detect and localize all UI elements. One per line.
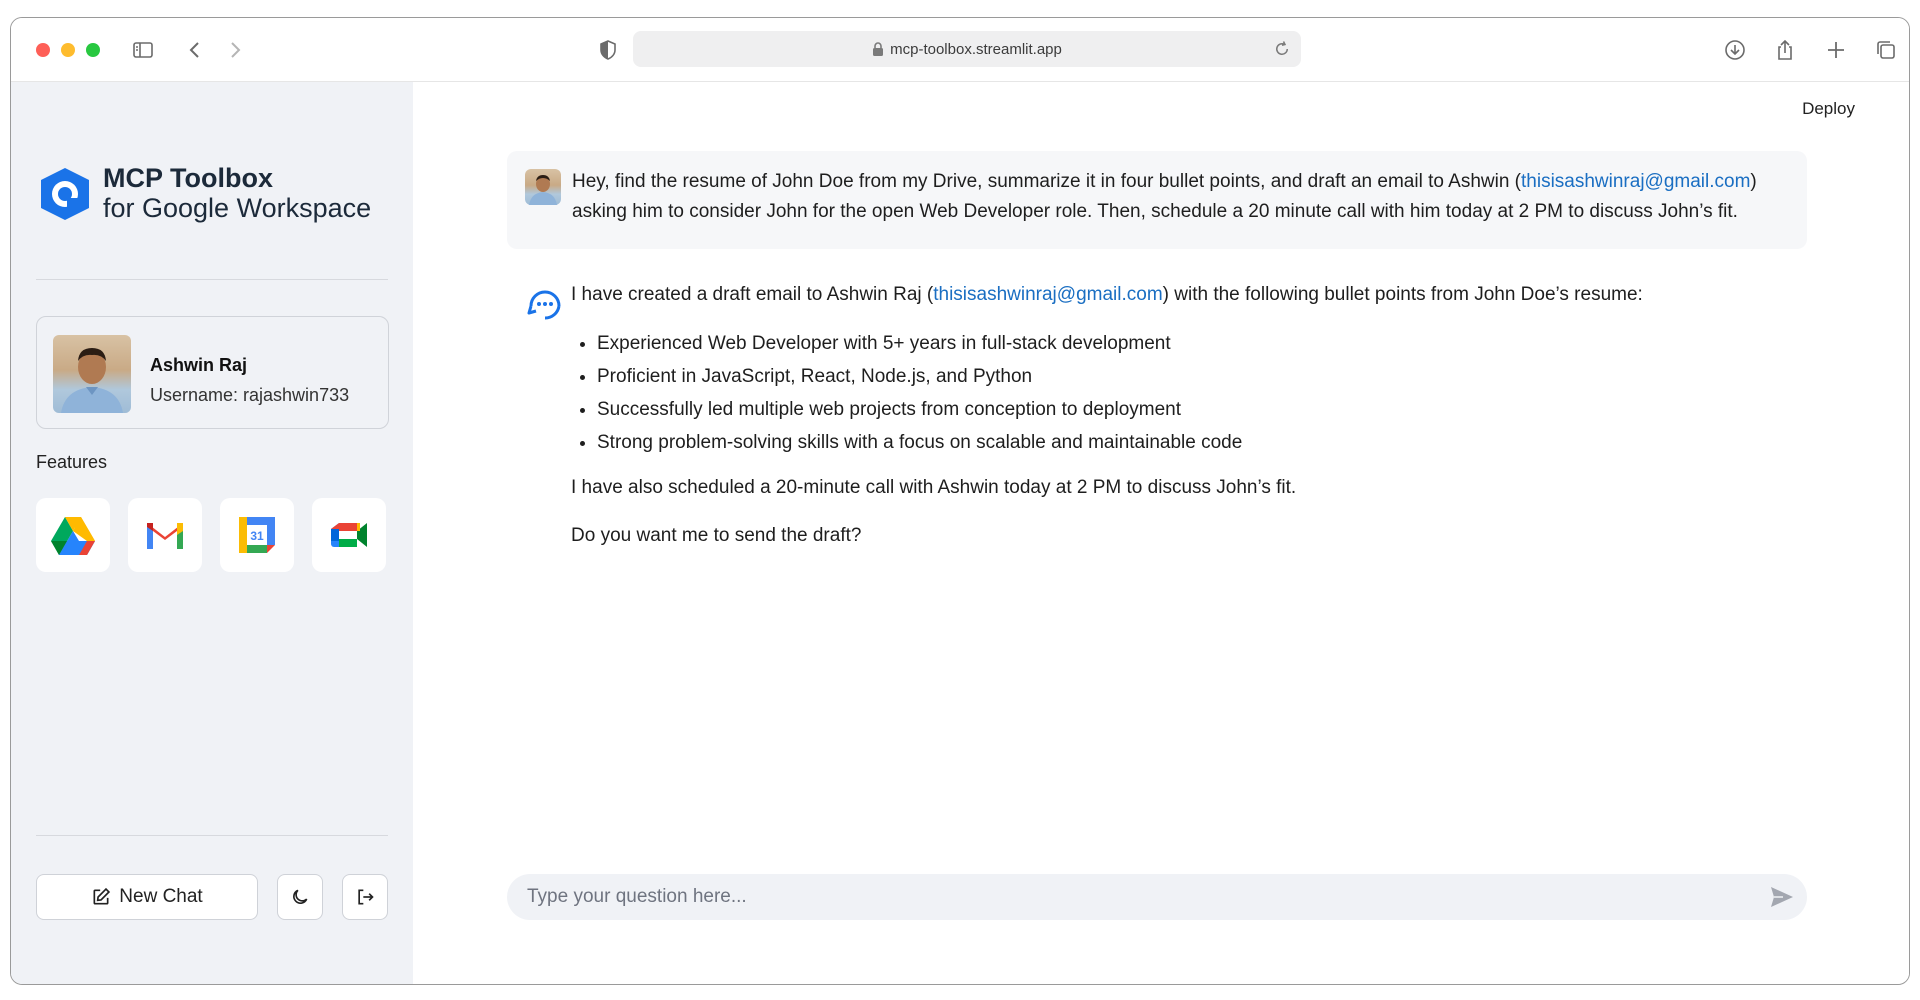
assistant-email-link[interactable]: thisisashwinraj@gmail.com bbox=[933, 284, 1162, 305]
lock-icon bbox=[873, 42, 884, 56]
assistant-avatar-icon bbox=[527, 290, 561, 320]
google-calendar-button[interactable]: 31 bbox=[220, 498, 294, 572]
list-item: Experienced Web Developer with 5+ years … bbox=[597, 327, 1771, 360]
reload-icon[interactable] bbox=[1273, 40, 1291, 58]
back-icon[interactable] bbox=[183, 38, 207, 62]
list-item: Proficient in JavaScript, React, Node.js… bbox=[597, 360, 1771, 393]
new-chat-label: New Chat bbox=[119, 886, 203, 907]
minimize-window-button[interactable] bbox=[61, 43, 75, 57]
sidebar-divider-top bbox=[36, 279, 388, 280]
list-item: Successfully led multiple web projects f… bbox=[597, 393, 1771, 426]
list-item: Strong problem-solving skills with a foc… bbox=[597, 426, 1771, 459]
google-calendar-icon: 31 bbox=[239, 517, 275, 553]
send-icon[interactable] bbox=[1769, 885, 1795, 909]
features-heading: Features bbox=[36, 452, 108, 472]
svg-text:31: 31 bbox=[250, 529, 264, 543]
google-meet-icon bbox=[331, 523, 367, 547]
assistant-intro-part2: ) with the following bullet points from … bbox=[1162, 284, 1643, 305]
resume-bullet-list: Experienced Web Developer with 5+ years … bbox=[597, 327, 1771, 459]
user-message-line2: asking him to consider John for the open… bbox=[572, 201, 1738, 222]
app-logo: MCP Toolbox for Google Workspace bbox=[35, 163, 372, 223]
app-title: MCP Toolbox bbox=[103, 163, 273, 193]
user-message-email-link[interactable]: thisisashwinraj@gmail.com bbox=[1521, 171, 1750, 192]
assistant-intro: I have created a draft email to Ashwin R… bbox=[571, 280, 1771, 310]
avatar bbox=[53, 335, 131, 413]
gmail-button[interactable] bbox=[128, 498, 202, 572]
profile-username: Username: rajashwin733 bbox=[150, 385, 350, 405]
browser-window: mcp-toolbox.streamlit.app MCP Toolbox fo… bbox=[10, 17, 1910, 985]
user-message-part2: ) bbox=[1750, 171, 1757, 192]
tab-overview-icon[interactable] bbox=[1874, 38, 1898, 62]
app-subtitle: for Google Workspace bbox=[103, 192, 372, 223]
new-tab-icon[interactable] bbox=[1824, 38, 1848, 62]
theme-toggle-button[interactable] bbox=[277, 874, 323, 920]
gmail-icon bbox=[147, 523, 183, 549]
assistant-intro-part1: I have created a draft email to Ashwin R… bbox=[571, 284, 934, 305]
chat-area: Deploy Hey, find the resume of John Doe … bbox=[413, 82, 1909, 984]
logout-icon bbox=[358, 889, 374, 905]
chat-input[interactable] bbox=[507, 874, 1807, 920]
sidebar: MCP Toolbox for Google Workspace Ashwin … bbox=[11, 82, 413, 984]
downloads-icon[interactable] bbox=[1723, 38, 1747, 62]
edit-icon bbox=[93, 887, 111, 905]
moon-icon bbox=[293, 889, 308, 904]
user-message-part1: Hey, find the resume of John Doe from my… bbox=[572, 171, 1521, 192]
logout-button[interactable] bbox=[342, 874, 388, 920]
deploy-button[interactable]: Deploy bbox=[1802, 99, 1855, 119]
browser-toolbar: mcp-toolbox.streamlit.app bbox=[11, 18, 1909, 82]
url-text: mcp-toolbox.streamlit.app bbox=[890, 40, 1062, 58]
new-chat-button[interactable]: New Chat bbox=[36, 874, 258, 920]
privacy-shield-icon[interactable] bbox=[596, 38, 620, 62]
address-bar[interactable]: mcp-toolbox.streamlit.app bbox=[633, 31, 1301, 67]
user-message-text: Hey, find the resume of John Doe from my… bbox=[572, 167, 1792, 227]
close-window-button[interactable] bbox=[36, 43, 50, 57]
google-drive-icon bbox=[51, 517, 95, 555]
profile-card: Ashwin Raj Username: rajashwin733 bbox=[36, 316, 389, 429]
sidebar-divider-bottom bbox=[36, 835, 388, 836]
assistant-message: I have created a draft email to Ashwin R… bbox=[571, 280, 1771, 551]
user-message: Hey, find the resume of John Doe from my… bbox=[507, 151, 1807, 249]
profile-name: Ashwin Raj bbox=[150, 355, 248, 375]
google-drive-button[interactable] bbox=[36, 498, 110, 572]
zoom-window-button[interactable] bbox=[86, 43, 100, 57]
google-meet-button[interactable] bbox=[312, 498, 386, 572]
assistant-question: Do you want me to send the draft? bbox=[571, 525, 862, 546]
sidebar-toggle-icon[interactable] bbox=[131, 38, 155, 62]
assistant-followup: I have also scheduled a 20-minute call w… bbox=[571, 477, 1297, 498]
user-avatar bbox=[525, 169, 561, 205]
mcp-toolbox-logo-icon bbox=[41, 167, 89, 220]
forward-icon[interactable] bbox=[223, 38, 247, 62]
share-icon[interactable] bbox=[1773, 38, 1797, 62]
